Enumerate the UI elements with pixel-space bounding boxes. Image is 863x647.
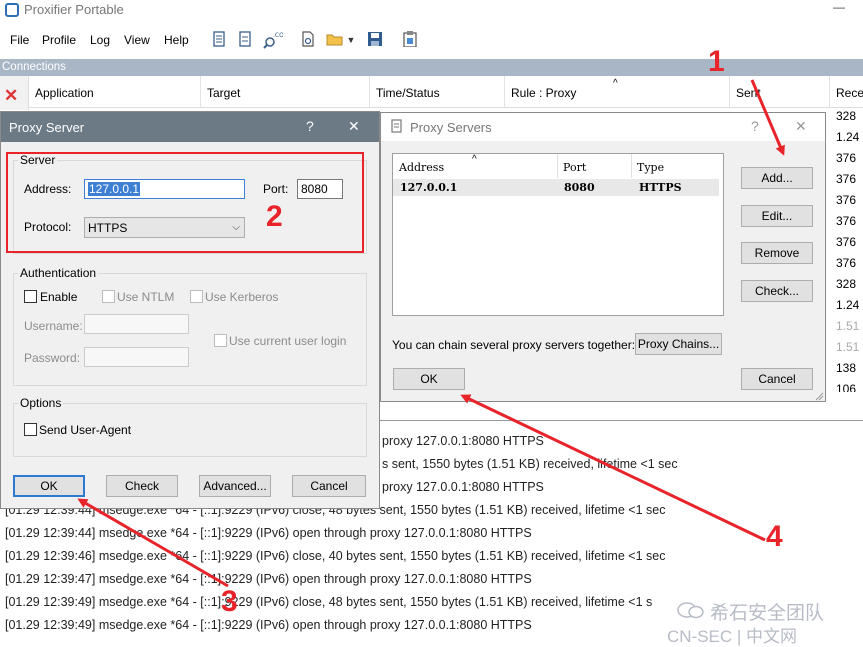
annotation-step-3: 3 [221,585,238,618]
annotation-step-2: 2 [266,200,283,233]
watermark-account: 希石安全团队 [710,603,825,624]
annotation-arrows [77,79,785,588]
watermark-site: CN-SEC | 中文网 [667,627,798,646]
wechat-icon [676,600,706,620]
arrow-to-add-button [750,79,785,156]
arrow-to-servers-ok [460,394,766,542]
annotation-step-1: 1 [708,45,725,78]
annotation-step-4: 4 [766,520,783,553]
arrow-to-server-ok [77,498,229,588]
